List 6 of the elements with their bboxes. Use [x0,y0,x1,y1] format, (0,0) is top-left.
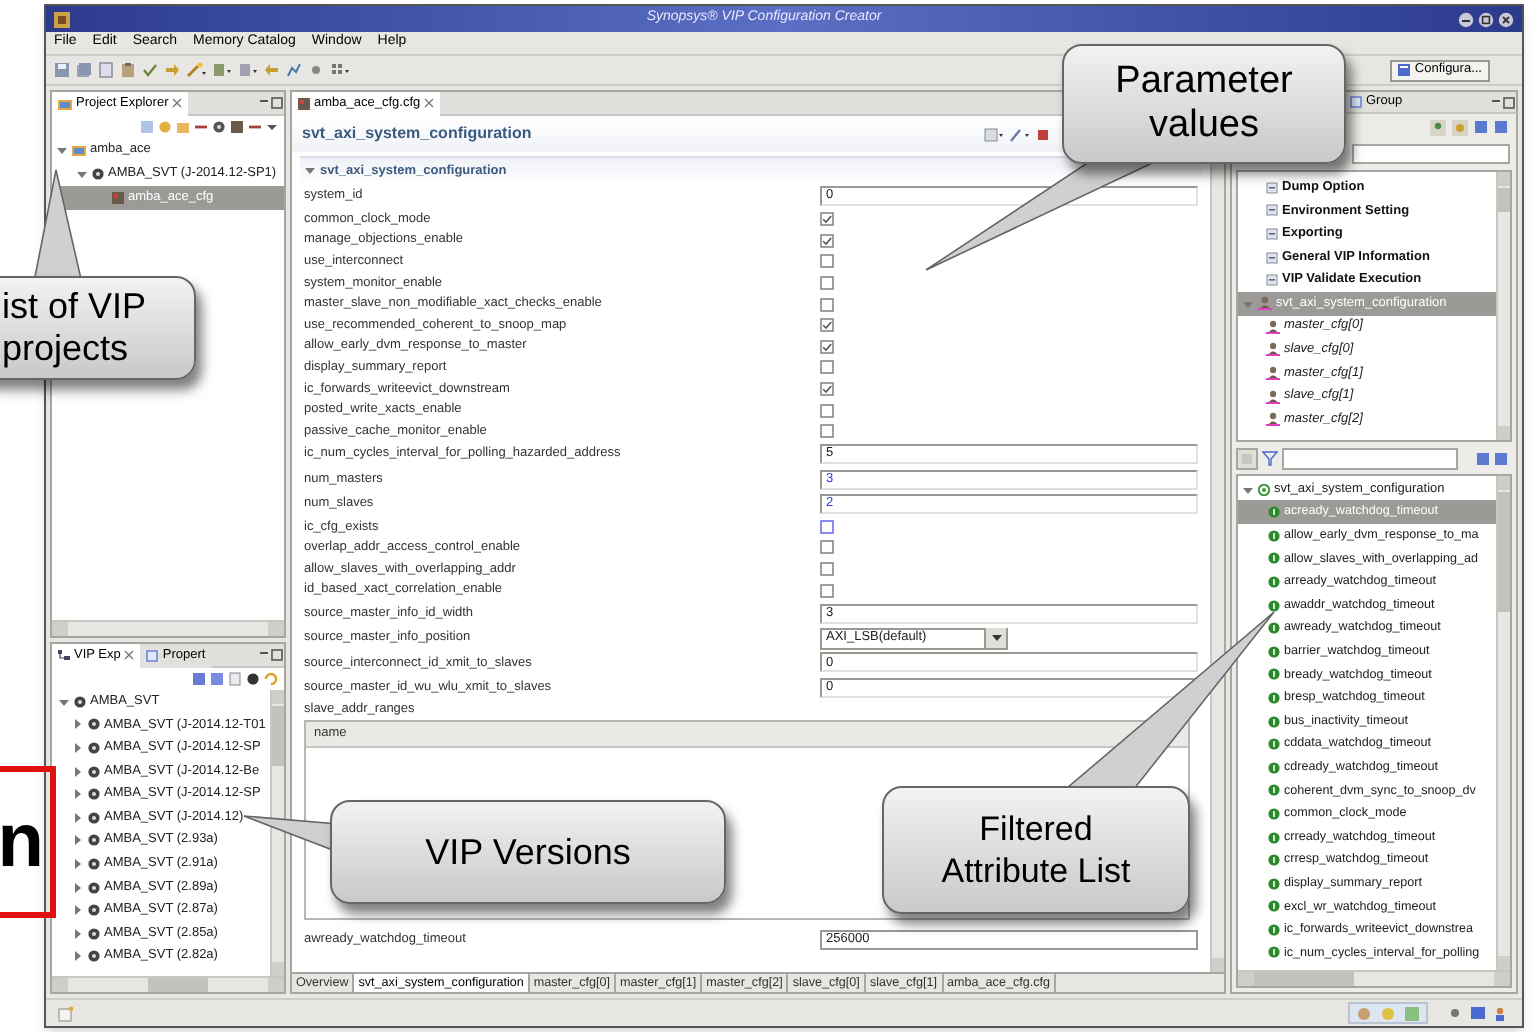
callout: Filtered Attribute List [882,786,1190,914]
callout: VIP Versions [330,800,726,904]
slide-text: n [0,804,44,880]
callout: Parameter values [1062,44,1346,164]
form-title: svt_axi_system_configuration [302,122,532,146]
callout: ist of VIP projects [0,276,196,380]
